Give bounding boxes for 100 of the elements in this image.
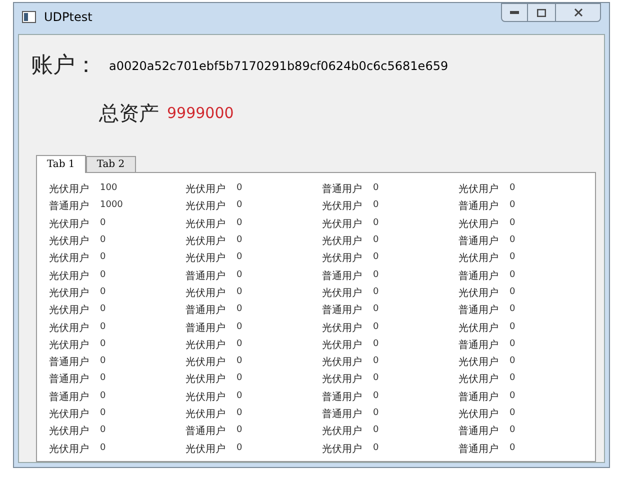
- value-cell-text: 0: [373, 390, 379, 403]
- user-type-cell-text: 光伏用户: [186, 182, 226, 198]
- user-type-cell-text: 普通用户: [458, 442, 500, 457]
- value-cell-text: 0: [510, 338, 516, 351]
- user-type-cell-text: 光伏用户: [322, 234, 363, 250]
- tab[interactable]: Tab 1: [36, 155, 86, 173]
- user-type-cell-text: 普通用户: [49, 390, 90, 405]
- user-type-cell-text: 光伏用户: [186, 286, 226, 301]
- value-cell-text: 0: [100, 268, 106, 282]
- value-cell-text: 0: [236, 216, 242, 230]
- user-type-cell-text: 普通用户: [49, 200, 90, 214]
- user-type-cell-text: 光伏用户: [322, 338, 363, 353]
- total-assets-value: 9999000: [167, 102, 234, 124]
- user-type-cell-text: 普通用户: [49, 356, 90, 370]
- value-cell-text: 0: [236, 407, 242, 420]
- user-type-cell-text: 光伏用户: [458, 182, 500, 198]
- user-type-cell-text: 普通用户: [458, 200, 500, 214]
- value-cell-text: 0: [236, 251, 242, 264]
- user-type-cell-text: 光伏用户: [322, 424, 363, 440]
- user-type-cell-text: 光伏用户: [186, 408, 226, 422]
- value-cell-text: 0: [100, 338, 106, 351]
- value-cell-text: 0: [510, 407, 516, 420]
- value-cell-text: 0: [236, 199, 242, 212]
- user-type-cell-text: 光伏用户: [322, 200, 363, 214]
- value-cell-text: 0: [100, 303, 106, 316]
- tab[interactable]: Tab 2: [86, 156, 136, 172]
- value-cell-text: 0: [373, 251, 379, 264]
- user-type-cell-text: 普通用户: [49, 372, 90, 388]
- user-type-cell-text: 普通用户: [186, 270, 226, 284]
- user-type-cell-text: 光伏用户: [186, 390, 226, 405]
- value-cell-text: 0: [236, 268, 242, 282]
- account-label: 账户：: [31, 52, 97, 80]
- user-type-cell-text: 普通用户: [458, 270, 500, 284]
- minimize-icon: [510, 11, 519, 14]
- value-cell-text: 1000: [100, 199, 123, 212]
- value-cell-text: 0: [100, 372, 106, 386]
- value-cell-text: 0: [100, 286, 106, 299]
- user-type-cell-text: 普通用户: [458, 338, 500, 353]
- value-cell-text: 0: [236, 320, 242, 334]
- value-cell-text: 0: [100, 251, 106, 264]
- minimize-button[interactable]: [501, 3, 528, 22]
- maximize-button[interactable]: [528, 3, 555, 22]
- value-cell-text: 0: [373, 442, 379, 455]
- value-cell-text: 0: [236, 424, 242, 438]
- value-cell-text: 0: [510, 390, 516, 403]
- value-cell-text: 0: [100, 216, 106, 230]
- value-cell-text: 0: [510, 372, 516, 386]
- user-type-cell-text: 普通用户: [322, 182, 363, 198]
- close-button[interactable]: [555, 3, 601, 22]
- value-cell-text: 0: [100, 320, 106, 334]
- user-type-cell-text: 光伏用户: [458, 372, 500, 388]
- user-type-cell-text: 光伏用户: [49, 442, 90, 457]
- value-cell-text: 0: [236, 303, 242, 316]
- value-cell-text: 0: [236, 182, 242, 196]
- user-type-cell-text: 光伏用户: [322, 252, 363, 266]
- user-type-cell-text: 光伏用户: [322, 372, 363, 388]
- user-type-cell-text: 光伏用户: [458, 322, 500, 336]
- user-type-cell-text: 普通用户: [322, 408, 363, 422]
- value-cell-text: 0: [510, 355, 516, 368]
- value-cell-text: 0: [373, 355, 379, 368]
- user-type-cell-text: 光伏用户: [49, 252, 90, 266]
- value-cell-text: 0: [373, 268, 379, 282]
- user-type-cell-text: 光伏用户: [186, 252, 226, 266]
- value-cell-text: 0: [373, 234, 379, 248]
- user-type-cell-text: 光伏用户: [458, 252, 500, 266]
- user-type-cell-text: 普通用户: [322, 304, 363, 318]
- user-type-cell-text: 光伏用户: [186, 372, 226, 388]
- total-assets-label: 总资产: [99, 100, 159, 127]
- user-type-cell-text: 光伏用户: [322, 286, 363, 301]
- value-cell-text: 0: [373, 286, 379, 299]
- value-cell-text: 0: [236, 338, 242, 351]
- value-cell-text: 0: [373, 303, 379, 316]
- close-icon: [574, 8, 582, 17]
- value-cell-text: 0: [236, 286, 242, 299]
- user-type-cell-text: 光伏用户: [322, 322, 363, 336]
- user-type-cell-text: 光伏用户: [49, 286, 90, 301]
- value-cell-text: 0: [510, 234, 516, 248]
- value-cell-text: 0: [373, 407, 379, 420]
- user-type-cell-text: 普通用户: [186, 304, 226, 318]
- value-cell-text: 0: [510, 320, 516, 334]
- value-cell-text: 0: [236, 355, 242, 368]
- value-cell-text: 0: [100, 390, 106, 403]
- value-cell-text: 0: [510, 442, 516, 455]
- user-type-cell-text: 普通用户: [322, 270, 363, 284]
- value-cell-text: 0: [100, 442, 106, 455]
- value-cell-text: 0: [373, 182, 379, 196]
- value-cell-text: 0: [373, 320, 379, 334]
- user-type-cell-text: 光伏用户: [458, 356, 500, 370]
- user-type-cell-text: 普通用户: [458, 304, 500, 318]
- user-type-cell-text: 普通用户: [322, 390, 363, 405]
- value-cell-text: 0: [100, 407, 106, 420]
- user-type-cell-text: 普通用户: [458, 234, 500, 250]
- maximize-icon: [537, 8, 546, 16]
- value-cell-text: 0: [373, 338, 379, 351]
- value-cell-text: 0: [510, 424, 516, 438]
- value-cell-text: 0: [373, 424, 379, 438]
- user-type-cell-text: 光伏用户: [49, 234, 90, 250]
- value-cell-text: 0: [510, 199, 516, 212]
- user-type-cell-text: 光伏用户: [186, 338, 226, 353]
- user-type-cell-text: 光伏用户: [186, 218, 226, 232]
